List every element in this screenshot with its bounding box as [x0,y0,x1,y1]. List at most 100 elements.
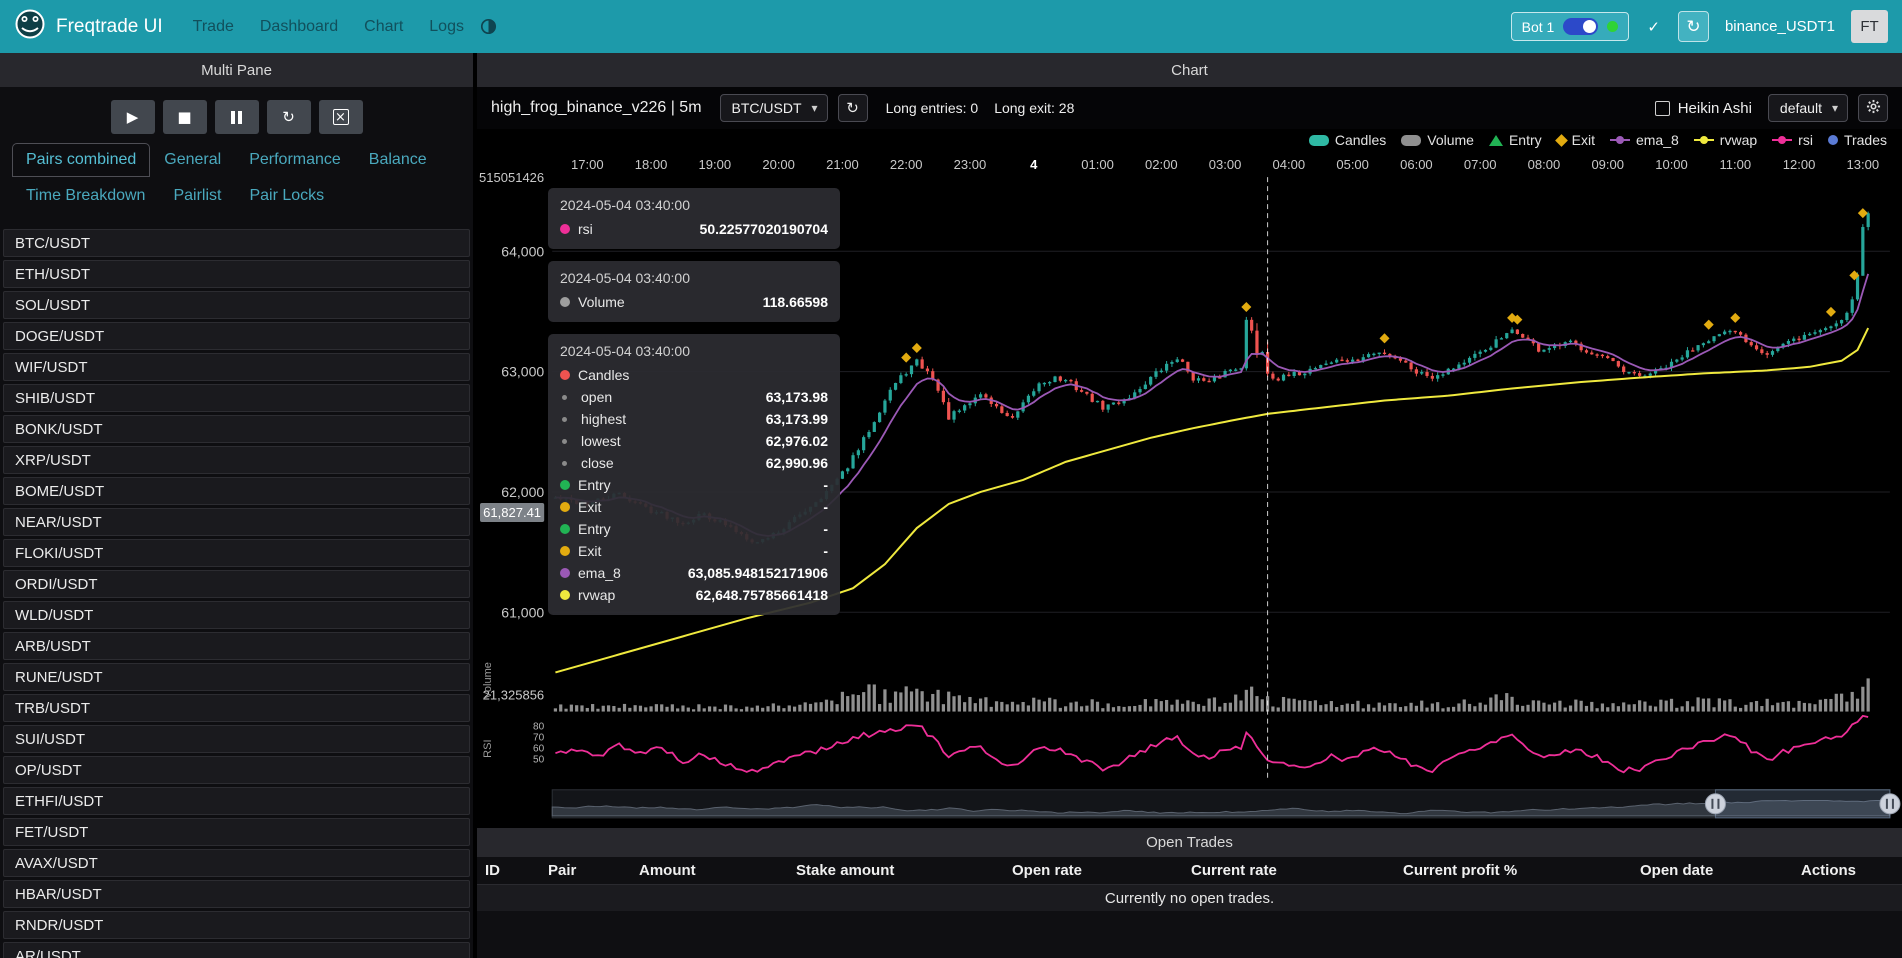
legend-label: Exit [1572,132,1595,148]
pair-item[interactable]: SUI/USDT [3,725,470,753]
chart-refresh-button[interactable]: ↻ [838,94,868,122]
chart-panel-title: Chart [477,53,1902,87]
svg-text:19:00: 19:00 [699,157,732,172]
bot-selector[interactable]: Bot 1 [1511,12,1630,41]
stop-button[interactable]: ■ [163,100,207,134]
legend-item-exit[interactable]: Exit [1557,132,1595,148]
datazoom-window[interactable] [1715,790,1889,818]
stop-icon: ■ [177,108,191,126]
pair-item[interactable]: FET/USDT [3,818,470,846]
pair-item[interactable]: SHIB/USDT [3,384,470,412]
legend-item-candles[interactable]: Candles [1309,132,1386,148]
legend-label: rvwap [1720,132,1757,148]
brand[interactable]: Freqtrade UI [14,8,163,46]
legend-label: rsi [1798,132,1813,148]
legend-item-volume[interactable]: Volume [1401,132,1474,148]
tab-pair-locks[interactable]: Pair Locks [235,179,338,213]
reload-icon: ↻ [282,108,295,126]
legend-item-ema_8[interactable]: ema_8 [1610,132,1679,148]
pause-icon [231,111,235,124]
svg-text:60: 60 [533,744,545,755]
column-header-open-date: Open date [1632,862,1793,879]
candlestick-chart[interactable]: 64,00063,00062,00061,00051505142621,3258… [477,151,1902,828]
tab-general[interactable]: General [150,143,235,177]
pair-item[interactable]: XRP/USDT [3,446,470,474]
datazoom-handle-left[interactable] [1705,794,1725,814]
content: Multi Pane ▶ ■ ↻ × Pairs combinedGeneral… [0,53,1902,958]
open-trades-table: IDPairAmountStake amountOpen rateCurrent… [477,857,1902,958]
play-button[interactable]: ▶ [111,100,155,134]
pair-item[interactable]: RNDR/USDT [3,911,470,939]
pair-item[interactable]: ARB/USDT [3,632,470,660]
plot-config-select[interactable]: default ▾ [1768,94,1848,122]
pair-item[interactable]: OP/USDT [3,756,470,784]
ema_8-line-icon [1610,135,1630,145]
datazoom-handle-right[interactable] [1880,794,1900,814]
pair-item[interactable]: FLOKI/USDT [3,539,470,567]
pair-item[interactable]: ORDI/USDT [3,570,470,598]
pair-item[interactable]: BONK/USDT [3,415,470,443]
pause-button[interactable] [215,100,259,134]
pair-item[interactable]: SOL/USDT [3,291,470,319]
nav-link-dashboard[interactable]: Dashboard [260,18,338,36]
pair-item[interactable]: WLD/USDT [3,601,470,629]
svg-text:07:00: 07:00 [1464,157,1497,172]
pair-item[interactable]: AVAX/USDT [3,849,470,877]
pair-item[interactable]: DOGE/USDT [3,322,470,350]
entry-triangle-icon [1489,135,1503,146]
pair-item[interactable]: NEAR/USDT [3,508,470,536]
refresh-button[interactable]: ↻ [1678,11,1709,42]
column-header-actions: Actions [1793,862,1902,879]
chart-panel: Chart high_frog_binance_v226 | 5m BTC/US… [477,53,1902,958]
pair-item[interactable]: HBAR/USDT [3,880,470,908]
legend-item-trades[interactable]: Trades [1828,132,1887,148]
pair-item[interactable]: BOME/USDT [3,477,470,505]
nav-link-trade[interactable]: Trade [193,18,234,36]
heikin-ashi-control[interactable]: Heikin Ashi [1655,100,1752,117]
pair-item[interactable]: BTC/USDT [3,229,470,257]
sidebar-title: Multi Pane [0,53,473,87]
svg-text:61,000: 61,000 [501,604,544,620]
close-box-icon: × [333,109,349,125]
tab-pairlist[interactable]: Pairlist [159,179,235,213]
heikin-ashi-checkbox[interactable] [1655,101,1670,116]
svg-text:09:00: 09:00 [1591,157,1624,172]
tab-pairs-combined[interactable]: Pairs combined [12,143,150,177]
svg-text:70: 70 [533,733,545,744]
pair-item[interactable]: AR/USDT [3,942,470,958]
nav-link-chart[interactable]: Chart [364,18,403,36]
user-avatar[interactable]: FT [1851,10,1888,43]
pair-item[interactable]: WIF/USDT [3,353,470,381]
chart-svg[interactable]: 64,00063,00062,00061,00051505142621,3258… [477,151,1902,830]
bot-toggle[interactable] [1563,18,1598,35]
exit-marker [912,343,922,353]
svg-text:RSI: RSI [482,739,494,757]
tab-balance[interactable]: Balance [355,143,441,177]
rvwap-line [555,328,1868,672]
nav-link-logs[interactable]: Logs [429,18,464,36]
heikin-ashi-label: Heikin Ashi [1678,100,1752,117]
legend-item-entry[interactable]: Entry [1489,132,1542,148]
theme-toggle-icon[interactable] [480,18,497,35]
tab-time-breakdown[interactable]: Time Breakdown [12,179,159,213]
legend-label: ema_8 [1636,132,1679,148]
open-trades-columns: IDPairAmountStake amountOpen rateCurrent… [477,857,1902,885]
legend-item-rvwap[interactable]: rvwap [1694,132,1757,148]
reset-layout-button[interactable]: × [319,100,363,134]
plot-settings-button[interactable] [1858,94,1888,122]
reload-button[interactable]: ↻ [267,100,311,134]
exit-marker [901,353,911,363]
svg-text:20:00: 20:00 [762,157,795,172]
candles [554,212,1870,544]
pair-select[interactable]: BTC/USDT ▾ [720,94,828,122]
rvwap-line-icon [1694,135,1714,145]
play-icon: ▶ [127,108,139,126]
pair-item[interactable]: RUNE/USDT [3,663,470,691]
pair-item[interactable]: ETHFI/USDT [3,787,470,815]
pair-item[interactable]: ETH/USDT [3,260,470,288]
legend-item-rsi[interactable]: rsi [1772,132,1813,148]
pair-item[interactable]: TRB/USDT [3,694,470,722]
svg-text:22:00: 22:00 [890,157,923,172]
tab-performance[interactable]: Performance [235,143,355,177]
svg-text:03:00: 03:00 [1209,157,1242,172]
